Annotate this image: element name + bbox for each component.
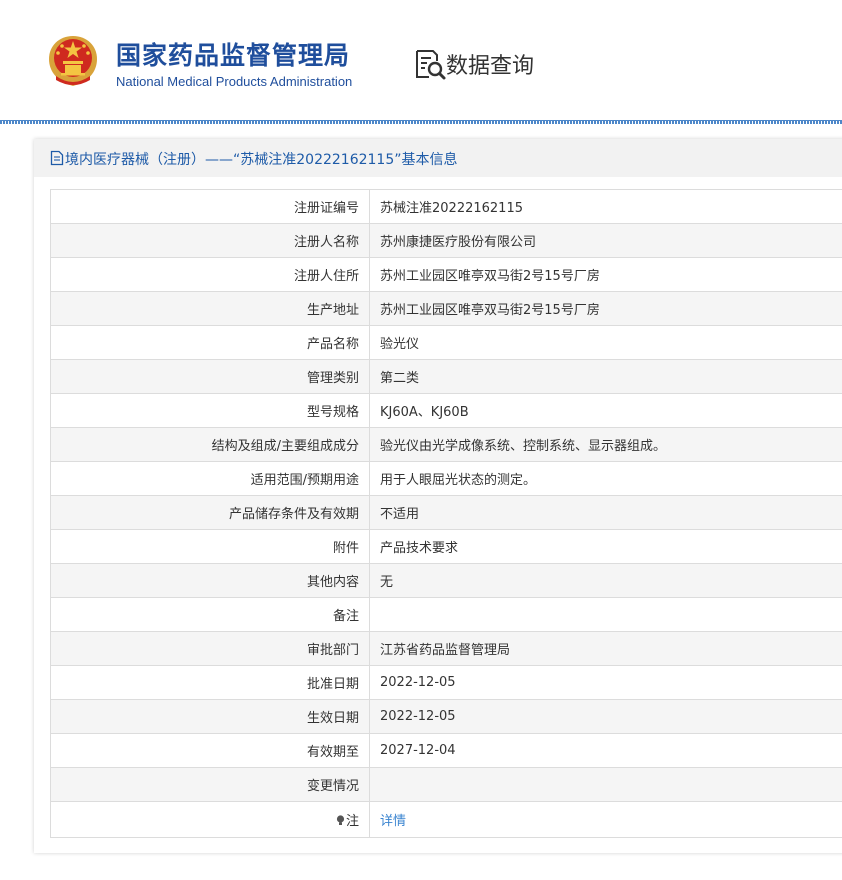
field-value: KJ60A、KJ60B (369, 393, 842, 428)
field-label: 产品储存条件及有效期 (50, 495, 370, 530)
field-value: 用于人眼屈光状态的测定。 (369, 461, 842, 496)
document-search-icon (416, 50, 446, 80)
field-label: 附件 (50, 529, 370, 564)
table-row: 产品储存条件及有效期 不适用 (50, 495, 842, 530)
table-row: 管理类别 第二类 (50, 359, 842, 394)
field-value: 苏州工业园区唯亭双马街2号15号厂房 (369, 257, 842, 292)
field-label: 生产地址 (50, 291, 370, 326)
field-label: 变更情况 (50, 767, 370, 802)
card-header: 境内医疗器械（注册）——“苏械注准20222162115”基本信息 (34, 139, 842, 177)
data-query-label[interactable]: 数据查询 (446, 48, 534, 80)
field-label: 注册人名称 (50, 223, 370, 258)
table-row: 适用范围/预期用途 用于人眼屈光状态的测定。 (50, 461, 842, 496)
card-title: 境内医疗器械（注册）——“苏械注准20222162115”基本信息 (65, 152, 458, 168)
field-value: 产品技术要求 (369, 529, 842, 564)
org-name-cn: 国家药品监督管理局 (116, 41, 351, 70)
note-row: 注 详情 (50, 801, 842, 838)
table-row: 产品名称 验光仪 (50, 325, 842, 360)
table-row: 型号规格 KJ60A、KJ60B (50, 393, 842, 428)
field-label: 型号规格 (50, 393, 370, 428)
national-emblem-icon (49, 36, 97, 86)
field-label: 有效期至 (50, 733, 370, 768)
field-label: 适用范围/预期用途 (50, 461, 370, 496)
field-value: 2022-12-05 (369, 665, 842, 700)
field-value: 验光仪 (369, 325, 842, 360)
field-label: 注册证编号 (50, 189, 370, 224)
table-row: 结构及组成/主要组成成分 验光仪由光学成像系统、控制系统、显示器组成。 (50, 427, 842, 462)
field-value: 2027-12-04 (369, 733, 842, 768)
field-value: 无 (369, 563, 842, 598)
field-label: 管理类别 (50, 359, 370, 394)
registration-info-table: 注册证编号 苏械注准20222162115 注册人名称 苏州康捷医疗股份有限公司 注册人… (50, 189, 842, 838)
field-label: 生效日期 (50, 699, 370, 734)
table-row: 注册人名称 苏州康捷医疗股份有限公司 (50, 223, 842, 258)
details-link[interactable]: 详情 (380, 814, 406, 829)
field-label: 备注 (50, 597, 370, 632)
org-name-en: National Medical Products Administration (116, 74, 353, 89)
table-row: 有效期至 2027-12-04 (50, 733, 842, 768)
table-row: 生产地址 苏州工业园区唯亭双马街2号15号厂房 (50, 291, 842, 326)
field-value (369, 767, 842, 802)
table-row: 注册人住所 苏州工业园区唯亭双马街2号15号厂房 (50, 257, 842, 292)
table-row: 变更情况 (50, 767, 842, 802)
field-label: 批准日期 (50, 665, 370, 700)
table-row: 审批部门 江苏省药品监督管理局 (50, 631, 842, 666)
info-card: 境内医疗器械（注册）——“苏械注准20222162115”基本信息 注册证编号苏… (34, 139, 842, 853)
field-value: 2022-12-05 (369, 699, 842, 734)
field-label: 注册人住所 (50, 257, 370, 292)
field-value: 苏州康捷医疗股份有限公司 (369, 223, 842, 258)
table-row: 附件 产品技术要求 (50, 529, 842, 564)
field-value (369, 597, 842, 632)
field-value: 苏械注准20222162115 (369, 189, 842, 224)
field-label: 结构及组成/主要组成成分 (50, 427, 370, 462)
table-row: 注册证编号 苏械注准20222162115 (50, 189, 842, 224)
field-value: 验光仪由光学成像系统、控制系统、显示器组成。 (369, 427, 842, 462)
field-label: 其他内容 (50, 563, 370, 598)
table-row: 生效日期 2022-12-05 (50, 699, 842, 734)
site-header: 国家药品监督管理局 National Medical Products Admi… (0, 0, 842, 122)
field-label: 审批部门 (50, 631, 370, 666)
note-label-cell: 注 (50, 801, 370, 838)
lightbulb-icon (336, 815, 345, 825)
field-value: 第二类 (369, 359, 842, 394)
table-row: 备注 (50, 597, 842, 632)
table-row: 批准日期 2022-12-05 (50, 665, 842, 700)
field-value: 苏州工业园区唯亭双马街2号15号厂房 (369, 291, 842, 326)
table-row: 其他内容无 (50, 563, 842, 598)
header-divider (0, 120, 842, 124)
field-label: 产品名称 (50, 325, 370, 360)
field-value: 江苏省药品监督管理局 (369, 631, 842, 666)
document-icon (50, 150, 64, 166)
note-label: 注 (345, 814, 359, 829)
note-value-cell: 详情 (369, 801, 842, 838)
field-value: 不适用 (369, 495, 842, 530)
